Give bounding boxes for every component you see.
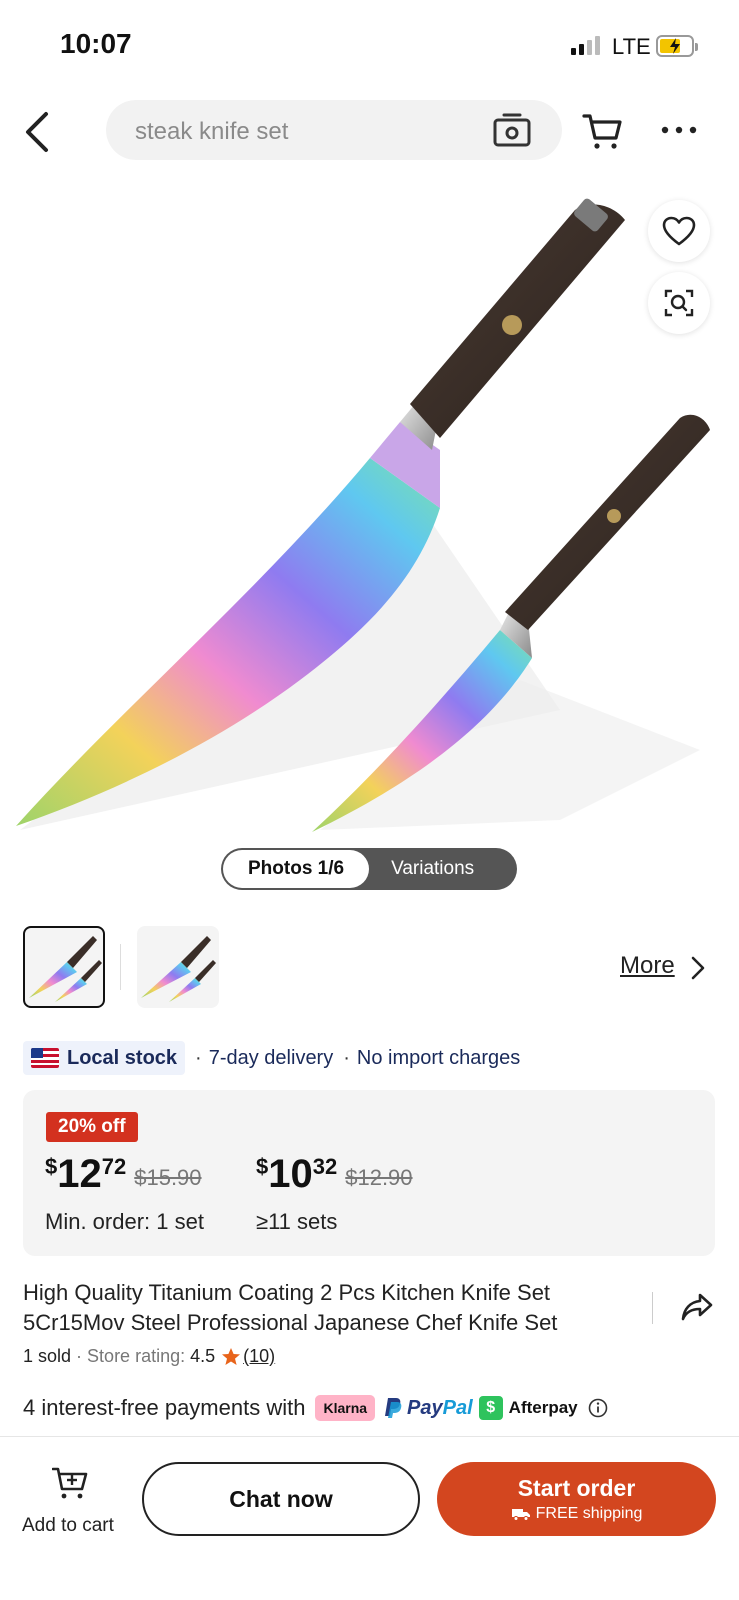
product-image[interactable] [0, 190, 739, 890]
image-search-icon [664, 289, 694, 317]
min-order: Min. order: 1 set [45, 1209, 204, 1234]
afterpay-logo: $ Afterpay [478, 1396, 578, 1420]
product-meta: 1 sold · Store rating: 4.5 (10) [23, 1346, 276, 1367]
search-input[interactable]: steak knife set [135, 118, 288, 146]
delivery-time: 7-day delivery [208, 1046, 334, 1069]
status-time: 10:07 [60, 28, 132, 59]
bottom-action-bar: Add to cart Chat now Start order FREE sh… [0, 1436, 739, 1600]
knife-set-illustration [16, 198, 710, 832]
truck-icon [511, 1509, 530, 1521]
local-stock-label: Local stock [67, 1046, 178, 1069]
store-rating-value: 4.5 [190, 1346, 216, 1366]
network-label: LTE [612, 34, 651, 59]
share-divider [652, 1292, 653, 1324]
tab-photos[interactable]: Photos 1/6 [223, 850, 370, 888]
gallery-toggle[interactable]: Photos 1/6 Variations [221, 848, 517, 890]
paypal-icon [385, 1398, 402, 1418]
info-icon[interactable] [588, 1398, 608, 1418]
price-tier-2: $1032 $12.90 ≥11 sets [256, 1152, 413, 1234]
thumbnail-2[interactable] [137, 926, 219, 1008]
cart-icon[interactable] [582, 110, 624, 152]
payment-text: 4 interest-free payments with [23, 1395, 306, 1420]
tab-variations[interactable]: Variations [369, 858, 474, 880]
thumbnail-1[interactable] [23, 926, 105, 1008]
top-nav: steak knife set [0, 96, 739, 166]
reviews-link[interactable]: (10) [243, 1346, 275, 1367]
local-stock-badge: Local stock [23, 1041, 186, 1075]
chevron-right-icon[interactable] [690, 956, 706, 980]
add-to-cart-icon [52, 1467, 88, 1499]
share-icon[interactable] [680, 1292, 714, 1322]
afterpay-icon: $ [478, 1396, 503, 1420]
import-charges: No import charges [356, 1046, 521, 1069]
more-icon[interactable] [659, 120, 699, 140]
free-shipping-note: FREE shipping [511, 1505, 642, 1523]
add-to-cart-label: Add to cart [22, 1515, 114, 1536]
more-photos-link[interactable]: More [620, 952, 675, 980]
signal-icon [571, 36, 600, 55]
search-bar[interactable]: steak knife set [106, 100, 562, 160]
bulk-quantity: ≥11 sets [256, 1209, 338, 1234]
start-order-label: Start order [517, 1475, 636, 1501]
favorite-button[interactable] [648, 200, 710, 262]
product-title: High Quality Titanium Coating 2 Pcs Kitc… [23, 1280, 558, 1335]
us-flag-icon [31, 1048, 59, 1068]
original-price: $15.90 [134, 1165, 202, 1190]
heart-icon [662, 216, 696, 246]
camera-search-icon[interactable] [492, 112, 532, 148]
original-price: $12.90 [345, 1165, 413, 1190]
start-order-button[interactable]: Start order FREE shipping [437, 1462, 716, 1536]
chat-now-button[interactable]: Chat now [142, 1462, 420, 1536]
status-bar: 10:07 LTE [0, 0, 739, 92]
back-icon[interactable] [20, 110, 60, 154]
sold-count: 1 sold [23, 1346, 72, 1366]
delivery-info: Local stock · 7-day delivery · No import… [23, 1041, 520, 1075]
discount-badge: 20% off [46, 1112, 138, 1142]
star-icon [222, 1348, 241, 1365]
add-to-cart-button[interactable]: Add to cart [22, 1465, 132, 1537]
thumbnail-divider [120, 944, 121, 990]
visual-search-button[interactable] [648, 272, 710, 334]
battery-icon [656, 35, 698, 57]
store-rating-label: Store rating: [87, 1346, 186, 1366]
klarna-logo: Klarna [315, 1395, 376, 1421]
price-panel: 20% off $1272 $15.90 Min. order: 1 set $1… [23, 1090, 715, 1256]
payment-options: 4 interest-free payments with Klarna Pay… [23, 1395, 608, 1421]
price-tier-1: $1272 $15.90 Min. order: 1 set [45, 1152, 204, 1234]
paypal-logo: Pay Pal [383, 1397, 473, 1420]
